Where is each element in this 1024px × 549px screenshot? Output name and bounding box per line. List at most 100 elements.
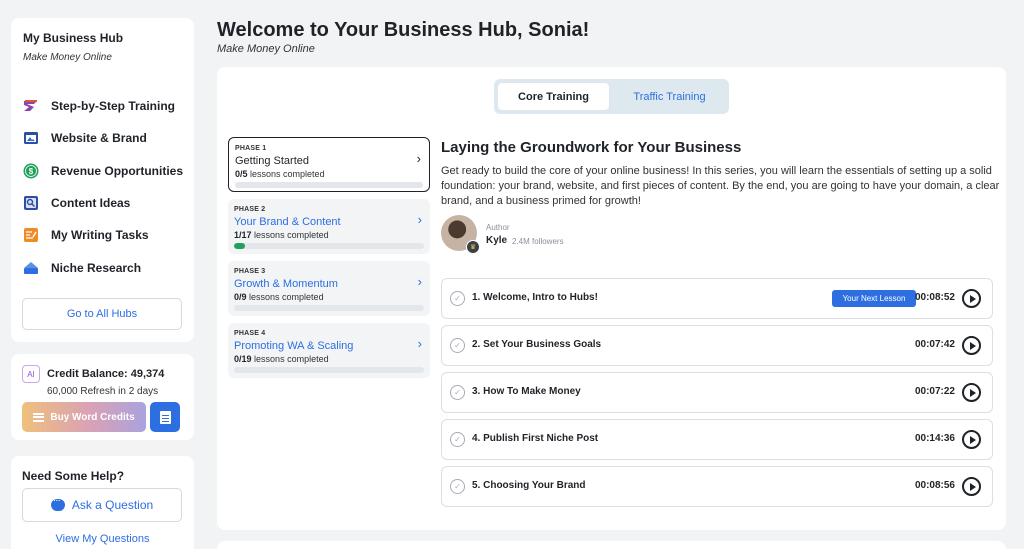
next-lesson-badge: Your Next Lesson [832, 290, 916, 307]
phase-card[interactable]: PHASE 3 Growth & Momentum 0/9 lessons co… [228, 261, 430, 316]
phase-progress-text: 0/19 lessons completed [234, 354, 329, 364]
phase-lessons-done: 0/19 [234, 354, 252, 364]
phase-lessons-done: 1/17 [234, 230, 252, 240]
phase-label: PHASE 4 [234, 330, 266, 337]
sidebar-item-my-writing-tasks[interactable]: My Writing Tasks [23, 219, 193, 251]
sidebar-item-label: Niche Research [51, 260, 142, 275]
phase-progress-bar [234, 305, 424, 311]
go-to-all-hubs-button[interactable]: Go to All Hubs [22, 298, 182, 330]
phase-lessons-suffix: lessons completed [254, 230, 329, 240]
chevron-right-icon: › [417, 336, 422, 351]
research-icon [23, 260, 39, 276]
chevron-right-icon: › [417, 212, 422, 227]
check-circle-icon[interactable]: ✓ [450, 385, 465, 400]
check-circle-icon[interactable]: ✓ [450, 338, 465, 353]
sidebar-nav: Step-by-Step Training Website & Brand $ … [23, 90, 193, 284]
section-title: Laying the Groundwork for Your Business [441, 139, 742, 156]
svg-text:$: $ [29, 167, 34, 176]
ask-question-button[interactable]: Ask a Question [22, 488, 182, 522]
training-card: Core Training Traffic Training PHASE 1 G… [217, 67, 1006, 530]
buy-word-credits-button[interactable]: Buy Word Credits [22, 402, 146, 432]
crown-icon: ♛ [466, 240, 480, 254]
play-icon[interactable] [962, 430, 981, 449]
lesson-title: 3. How To Make Money [472, 386, 581, 397]
lesson-duration: 00:07:22 [914, 386, 955, 397]
phase-card[interactable]: PHASE 2 Your Brand & Content 1/17 lesson… [228, 199, 430, 254]
help-card: Need Some Help? Ask a Question View My Q… [11, 456, 194, 549]
hub-card: My Business Hub Make Money Online Step-b… [11, 18, 194, 342]
writing-icon [23, 227, 39, 243]
sidebar-item-step-by-step-training[interactable]: Step-by-Step Training [23, 90, 193, 122]
lesson-row[interactable]: ✓ 1. Welcome, Intro to Hubs! Your Next L… [441, 278, 993, 319]
phase-progress-fill [234, 243, 246, 249]
sidebar-item-label: My Writing Tasks [51, 228, 149, 243]
author-followers: 2.4M followers [512, 237, 564, 246]
lesson-duration: 00:14:36 [914, 433, 955, 444]
tab-core-training[interactable]: Core Training [497, 82, 610, 111]
lesson-duration: 00:08:56 [914, 480, 955, 491]
phase-progress-bar [235, 182, 423, 188]
phase-progress-text: 0/5 lessons completed [235, 169, 325, 179]
chat-bubble-icon [50, 495, 65, 511]
page-title: Welcome to Your Business Hub, Sonia! [217, 19, 590, 41]
sidebar-item-label: Revenue Opportunities [51, 163, 184, 178]
author-name[interactable]: Kyle [486, 235, 507, 246]
lesson-title: 4. Publish First Niche Post [472, 433, 599, 444]
phase-name: Growth & Momentum [234, 278, 338, 290]
content-icon [23, 195, 39, 211]
credit-refresh: 60,000 Refresh in 2 days [47, 386, 159, 397]
buy-word-credits-label: Buy Word Credits [50, 411, 135, 423]
ai-badge: AI [22, 365, 40, 383]
phase-lessons-done: 0/9 [234, 292, 247, 302]
credit-card: AI Credit Balance: 49,374 60,000 Refresh… [11, 354, 194, 440]
sidebar-item-niche-research[interactable]: Niche Research [23, 251, 193, 283]
author-label: Author [486, 223, 510, 232]
phase-progress-text: 0/9 lessons completed [234, 292, 324, 302]
chevron-right-icon: › [417, 274, 422, 289]
play-icon[interactable] [962, 383, 981, 402]
phase-lessons-suffix: lessons completed [250, 169, 325, 179]
chevron-right-icon: › [416, 151, 421, 166]
ask-question-label: Ask a Question [71, 498, 154, 512]
hub-title: My Business Hub [23, 31, 124, 45]
phase-label: PHASE 2 [234, 206, 266, 213]
sidebar-item-label: Step-by-Step Training [51, 99, 176, 114]
lesson-row[interactable]: ✓ 5. Choosing Your Brand 00:08:56 [441, 466, 993, 507]
check-circle-icon[interactable]: ✓ [450, 432, 465, 447]
website-icon [23, 130, 39, 146]
phase-progress-bar [234, 367, 424, 373]
play-icon[interactable] [962, 336, 981, 355]
sidebar-item-revenue-opportunities[interactable]: $ Revenue Opportunities [23, 155, 193, 187]
phase-lessons-suffix: lessons completed [254, 354, 329, 364]
tab-traffic-training[interactable]: Traffic Training [613, 82, 726, 111]
sidebar-item-label: Website & Brand [51, 131, 147, 146]
lesson-title: 1. Welcome, Intro to Hubs! [472, 292, 598, 303]
check-circle-icon[interactable]: ✓ [450, 479, 465, 494]
page-subtitle: Make Money Online [217, 43, 315, 55]
phase-progress-bar [234, 243, 424, 249]
credit-balance: Credit Balance: 49,374 [47, 368, 165, 380]
phase-name: Your Brand & Content [234, 216, 341, 228]
list-icon [33, 412, 45, 422]
play-icon[interactable] [962, 289, 981, 308]
phase-name: Getting Started [235, 155, 309, 167]
document-button[interactable] [150, 402, 180, 432]
next-section-card [217, 541, 1006, 549]
lesson-title: 5. Choosing Your Brand [472, 480, 586, 491]
phase-lessons-done: 0/5 [235, 169, 248, 179]
play-icon[interactable] [962, 477, 981, 496]
phase-card[interactable]: PHASE 4 Promoting WA & Scaling 0/19 less… [228, 323, 430, 378]
check-circle-icon[interactable]: ✓ [450, 291, 465, 306]
lesson-row[interactable]: ✓ 3. How To Make Money 00:07:22 [441, 372, 993, 413]
dollar-icon: $ [23, 163, 39, 179]
steps-icon [23, 98, 39, 114]
sidebar-item-website-brand[interactable]: Website & Brand [23, 122, 193, 154]
view-my-questions-link[interactable]: View My Questions [11, 533, 194, 545]
help-title: Need Some Help? [22, 469, 125, 483]
lesson-row[interactable]: ✓ 2. Set Your Business Goals 00:07:42 [441, 325, 993, 366]
phase-card[interactable]: PHASE 1 Getting Started 0/5 lessons comp… [228, 137, 430, 192]
lesson-row[interactable]: ✓ 4. Publish First Niche Post 00:14:36 [441, 419, 993, 460]
sidebar-item-content-ideas[interactable]: Content Ideas [23, 187, 193, 219]
phase-lessons-suffix: lessons completed [249, 292, 324, 302]
lesson-duration: 00:07:42 [914, 339, 955, 350]
